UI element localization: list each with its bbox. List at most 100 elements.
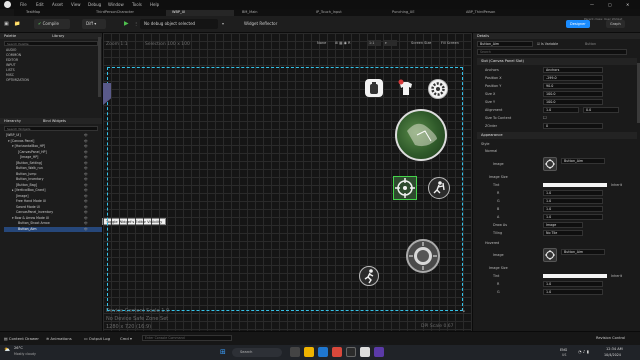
tint-color-swatch[interactable] bbox=[543, 274, 607, 278]
channel-g-value[interactable]: 1.0 bbox=[543, 289, 603, 295]
viewport-setting-select[interactable]: 1:1 bbox=[367, 40, 381, 46]
detail-value[interactable]: 100.0 bbox=[543, 99, 603, 105]
hierarchy-tab[interactable]: Hierarchy bbox=[4, 119, 21, 123]
image-asset-select[interactable]: Button_Aim bbox=[561, 249, 605, 255]
size-to-content-checkbox[interactable]: ☐ bbox=[543, 114, 547, 122]
image-asset-select[interactable]: Button_Aim bbox=[561, 158, 605, 164]
image-size-label[interactable]: Image Size bbox=[489, 264, 508, 272]
content-drawer-button[interactable]: ▤ Content Drawer bbox=[4, 336, 39, 341]
palette-scrollbar[interactable] bbox=[98, 37, 101, 97]
aim-button-selected[interactable] bbox=[393, 176, 417, 200]
details-search-input[interactable]: Search bbox=[477, 49, 627, 55]
unreal-logo-icon[interactable] bbox=[4, 1, 11, 8]
tint-inherit-label[interactable]: Inherit bbox=[611, 181, 622, 189]
jump-button[interactable] bbox=[359, 266, 379, 286]
hierarchy-search-input[interactable]: Search Widgets bbox=[4, 126, 98, 131]
designer-button[interactable]: Designer bbox=[566, 20, 590, 28]
tint-color-swatch[interactable] bbox=[543, 183, 607, 187]
palette-search-input[interactable]: Search Palette bbox=[4, 41, 98, 46]
detail-value[interactable]: 90.0 bbox=[543, 83, 603, 89]
bind-widgets-tab[interactable]: Bind Widgets bbox=[43, 119, 66, 123]
graph-button[interactable]: Graph bbox=[606, 20, 625, 28]
save-icon[interactable]: ▣ bbox=[4, 21, 9, 27]
palette-title[interactable]: Palette bbox=[4, 34, 16, 38]
chrome-icon[interactable] bbox=[332, 347, 342, 357]
widget-name-field[interactable]: Button_Aim bbox=[477, 41, 533, 47]
inventory-button[interactable] bbox=[397, 79, 415, 97]
diff-button[interactable]: Diff ▾ bbox=[82, 19, 106, 29]
channel-a-value[interactable]: 1.0 bbox=[543, 214, 603, 220]
shoot-arrow-button[interactable] bbox=[428, 177, 450, 199]
debug-object-select[interactable]: No debug object selected bbox=[140, 19, 218, 29]
cmd-dropdown[interactable]: Cmd ▾ bbox=[120, 336, 132, 341]
bag-button[interactable] bbox=[365, 79, 383, 97]
detail-value[interactable]: Anchors bbox=[543, 67, 603, 73]
play-options-icon[interactable]: ⋮ bbox=[134, 21, 138, 26]
menu-help[interactable]: Help bbox=[150, 2, 159, 7]
detail-value[interactable]: 0.0 bbox=[583, 107, 619, 113]
fill-screen-dropdown[interactable]: Fill Screen bbox=[441, 41, 459, 45]
hovered-label[interactable]: Hovered bbox=[485, 239, 499, 247]
language-indicator[interactable]: ENG bbox=[560, 348, 567, 352]
visibility-eye-icon-column[interactable]: 👁 👁 👁 👁 👁 👁 👁 👁 👁 👁 👁 👁 👁 👁 👁 👁 👁 👁 bbox=[84, 133, 96, 233]
output-log-button[interactable]: ▭ Output Log bbox=[84, 336, 110, 341]
detail-value[interactable]: 1.0 bbox=[543, 107, 579, 113]
file-explorer-icon[interactable] bbox=[304, 347, 314, 357]
edge-browser-icon[interactable] bbox=[318, 347, 328, 357]
windows-start-icon[interactable]: ⊞ bbox=[220, 348, 228, 356]
slot-section-header[interactable]: Slot (Canvas Panel Slot) bbox=[477, 58, 637, 65]
channel-g-value[interactable]: 1.0 bbox=[543, 198, 603, 204]
minimap-circle[interactable] bbox=[395, 109, 447, 161]
detail-value[interactable]: 0 bbox=[543, 123, 603, 129]
normal-label[interactable]: Normal bbox=[485, 147, 497, 155]
play-icon[interactable]: ▶ bbox=[124, 20, 129, 27]
tiling-select[interactable]: No Tile bbox=[543, 230, 583, 236]
details-title[interactable]: Details bbox=[477, 34, 489, 38]
minimize-icon[interactable]: — bbox=[590, 2, 594, 7]
unreal-editor-icon[interactable] bbox=[360, 347, 370, 357]
is-variable-checkbox[interactable]: ☑ Is Variable bbox=[537, 42, 558, 46]
menu-file[interactable]: File bbox=[20, 2, 27, 7]
animations-button[interactable]: ≋ Animations bbox=[46, 336, 72, 341]
channel-b-value[interactable]: 1.0 bbox=[543, 206, 603, 212]
weather-icon[interactable]: ⛅ bbox=[4, 347, 10, 353]
image-size-label[interactable]: Image Size bbox=[489, 173, 508, 181]
maximize-icon[interactable]: ▢ bbox=[608, 2, 612, 7]
taskbar-search-box[interactable]: Search bbox=[232, 348, 282, 357]
library-tab[interactable]: Library bbox=[52, 34, 64, 38]
menu-window[interactable]: Window bbox=[108, 2, 124, 7]
menu-view[interactable]: View bbox=[71, 2, 81, 7]
appearance-section-header[interactable]: Appearance bbox=[477, 132, 637, 139]
channel-r-value[interactable]: 1.0 bbox=[543, 281, 603, 287]
viewport-tool-icons[interactable]: ⊞ ▦ ◉ R bbox=[335, 41, 350, 45]
app-icon[interactable] bbox=[374, 347, 384, 357]
tint-inherit-label[interactable]: Inherit bbox=[611, 272, 622, 280]
revision-control-button[interactable]: Revision Control bbox=[596, 336, 625, 340]
detail-value[interactable]: -299.0 bbox=[543, 75, 603, 81]
viewport-setting-select[interactable]: ▾ bbox=[383, 40, 397, 46]
category-optimization[interactable]: OPTIMIZATION bbox=[6, 78, 102, 83]
console-command-input[interactable]: Enter Console Command bbox=[142, 335, 232, 341]
channel-r-value[interactable]: 1.0 bbox=[543, 190, 603, 196]
settings-button[interactable] bbox=[428, 79, 448, 99]
image-thumbnail[interactable] bbox=[543, 248, 557, 262]
compile-button[interactable]: ✔ Compile bbox=[34, 19, 70, 29]
joystick-base[interactable] bbox=[406, 239, 440, 273]
detail-value[interactable]: 100.0 bbox=[543, 91, 603, 97]
none-toggle[interactable]: None bbox=[317, 41, 326, 45]
browse-icon[interactable]: 📁 bbox=[14, 21, 20, 27]
menu-debug[interactable]: Debug bbox=[88, 2, 101, 7]
widget-reflector-button[interactable]: Widget Reflector bbox=[240, 19, 286, 29]
image-thumbnail[interactable] bbox=[543, 157, 557, 171]
epic-launcher-icon[interactable] bbox=[346, 347, 356, 357]
menu-asset[interactable]: Asset bbox=[52, 2, 63, 7]
menu-tools[interactable]: Tools bbox=[132, 2, 142, 7]
close-icon[interactable]: ✕ bbox=[626, 2, 629, 7]
task-view-icon[interactable] bbox=[290, 347, 300, 357]
debug-dropdown-icon[interactable]: ▾ bbox=[222, 21, 224, 26]
clock-time[interactable]: 12:34 AM bbox=[606, 347, 623, 351]
resize-handle-icon[interactable]: ↘ bbox=[461, 308, 465, 314]
designer-viewport[interactable]: Zoom 1:1 Selection 100 x 100 None ⊞ ▦ ◉ … bbox=[103, 33, 472, 331]
draw-as-select[interactable]: Image bbox=[543, 222, 583, 228]
screen-size-dropdown[interactable]: Screen Size bbox=[411, 41, 431, 45]
